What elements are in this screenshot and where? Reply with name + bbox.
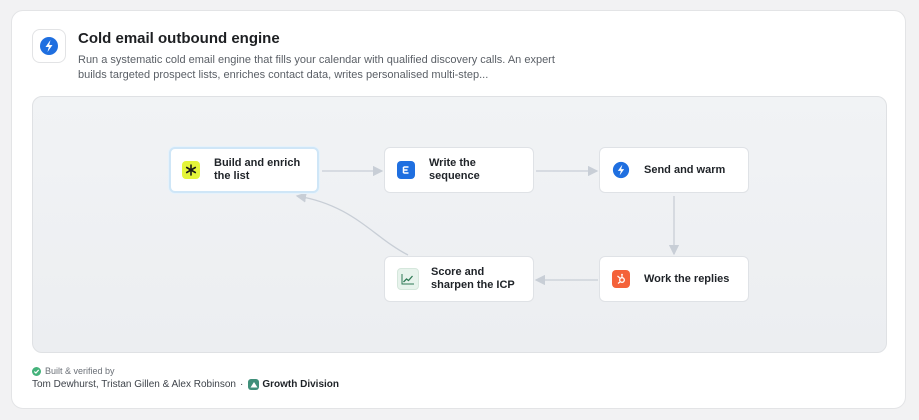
verified-check-icon — [32, 366, 41, 376]
node-score-and-sharpen[interactable]: Score and sharpen the ICP — [384, 256, 534, 302]
page-description: Run a systematic cold email engine that … — [78, 54, 555, 81]
workflow-card: Cold email outbound engine Run a systema… — [11, 10, 906, 409]
node-write-the-sequence[interactable]: Write the sequence — [384, 147, 534, 193]
node-label: Send and warm — [644, 163, 726, 176]
byline-separator: · — [239, 379, 244, 390]
node-label: Score and sharpen the ICP — [431, 266, 515, 291]
node-build-and-enrich[interactable]: Build and enrich the list — [169, 147, 319, 193]
edge-score-to-build — [295, 192, 409, 256]
trend-chart-icon — [397, 268, 419, 290]
author-names: Tom Dewhurst, Tristan Gillen & Alex Robi… — [32, 379, 236, 390]
asterisk-icon — [182, 161, 200, 179]
verified-row: Built & verified by — [32, 366, 339, 376]
hubspot-icon — [612, 270, 630, 288]
node-work-the-replies[interactable]: Work the replies — [599, 256, 749, 302]
page-title: Cold email outbound engine — [78, 30, 280, 47]
builder-attribution: Built & verified by Tom Dewhurst, Trista… — [32, 366, 339, 390]
lightning-bolt-icon — [612, 161, 630, 179]
mountain-icon — [248, 379, 260, 390]
node-label: Build and enrich the list — [214, 157, 301, 182]
verified-label: Built & verified by — [45, 366, 115, 376]
org-link[interactable]: Growth Division — [262, 379, 339, 390]
node-label: Work the replies — [644, 272, 730, 285]
node-send-and-warm[interactable]: Send and warm — [599, 147, 749, 193]
workflow-canvas: Build and enrich the list Write the sequ… — [32, 96, 887, 353]
byline: Tom Dewhurst, Tristan Gillen & Alex Robi… — [32, 379, 339, 390]
document-e-icon — [397, 161, 415, 179]
lightning-bolt-icon — [32, 29, 66, 63]
workflow-edges — [295, 165, 680, 286]
node-label: Write the sequence — [429, 157, 480, 182]
